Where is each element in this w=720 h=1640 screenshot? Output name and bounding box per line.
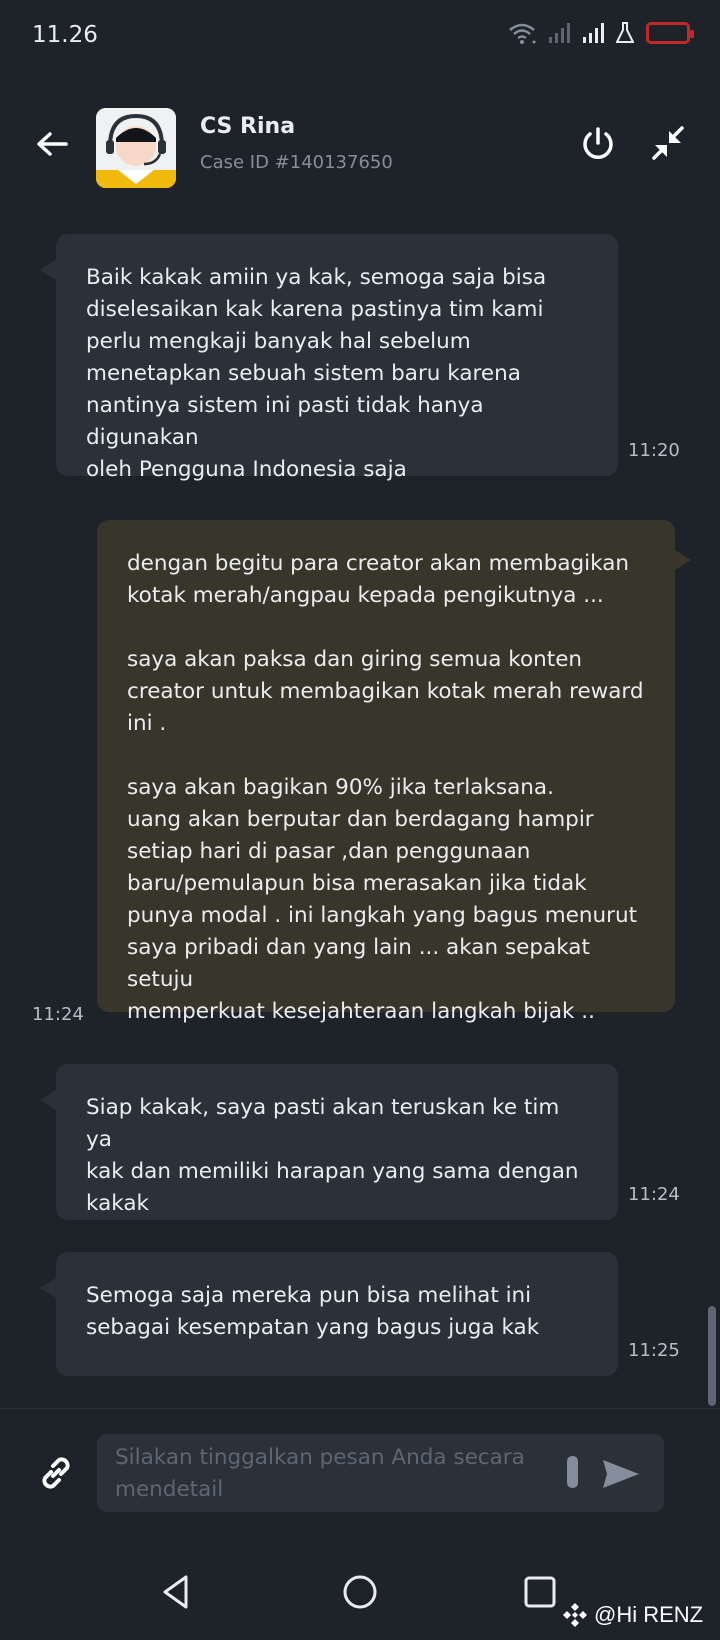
- nav-recents-button[interactable]: [510, 1562, 570, 1622]
- chat-scrollbar[interactable]: [708, 1306, 716, 1406]
- message-bubble-incoming: Baik kakak amiin ya kak, semoga saja bis…: [40, 234, 618, 482]
- nav-home-icon: [343, 1575, 377, 1609]
- send-button[interactable]: [597, 1450, 645, 1498]
- message-bubble-incoming: Siap kakak, saya pasti akan teruskan ke …: [40, 1064, 618, 1220]
- message-time: 11:24: [32, 1004, 84, 1025]
- system-nav-bar: @Hi RENZ: [0, 1544, 720, 1640]
- power-icon: [583, 127, 613, 159]
- avatar: [96, 108, 176, 188]
- message-time: 11:24: [628, 1184, 680, 1205]
- message-input-placeholder: Silakan tinggalkan pesan Anda secara men…: [115, 1445, 525, 1502]
- watermark: @Hi RENZ: [562, 1602, 703, 1628]
- battery-icon: [646, 22, 694, 44]
- watermark-text: @Hi RENZ: [594, 1602, 704, 1627]
- status-time: 11.26: [32, 22, 98, 48]
- link-icon: [42, 1457, 70, 1489]
- message-time: 11:25: [628, 1340, 680, 1361]
- nav-back-button[interactable]: [146, 1562, 206, 1622]
- attach-button[interactable]: [34, 1451, 78, 1495]
- nav-recents-icon: [524, 1576, 556, 1608]
- status-icons: [508, 22, 694, 44]
- agent-name: CS Rina: [200, 114, 296, 139]
- message-composer: Silakan tinggalkan pesan Anda secara men…: [0, 1408, 720, 1544]
- status-bar: 11.26: [0, 0, 720, 72]
- send-icon: [603, 1460, 639, 1488]
- binance-logo-icon: [563, 1603, 587, 1627]
- back-button[interactable]: [30, 122, 74, 166]
- agent-avatar-icon: [96, 108, 176, 188]
- case-id: Case ID #140137650: [200, 152, 393, 173]
- message-time: 11:20: [628, 440, 680, 461]
- signal-icon: [583, 23, 604, 43]
- nav-back-icon: [163, 1575, 188, 1609]
- text-cursor: [567, 1456, 578, 1488]
- end-chat-button[interactable]: [578, 124, 618, 164]
- chat-header: CS Rina Case ID #140137650: [0, 72, 720, 224]
- signal-icon: [549, 23, 570, 43]
- message-bubble-incoming: Semoga saja mereka pun bisa melihat ini …: [40, 1252, 618, 1376]
- chat-messages[interactable]: Baik kakak amiin ya kak, semoga saja bis…: [0, 224, 720, 1408]
- message-input[interactable]: Silakan tinggalkan pesan Anda secara men…: [97, 1434, 664, 1512]
- flask-icon: [616, 22, 634, 43]
- minimize-button[interactable]: [648, 124, 688, 164]
- message-bubble-outgoing: dengan begitu para creator akan membagik…: [97, 520, 691, 1024]
- nav-home-button[interactable]: [330, 1562, 390, 1622]
- collapse-icon: [652, 126, 684, 160]
- back-arrow-icon: [37, 132, 68, 156]
- wifi-icon: [509, 23, 536, 44]
